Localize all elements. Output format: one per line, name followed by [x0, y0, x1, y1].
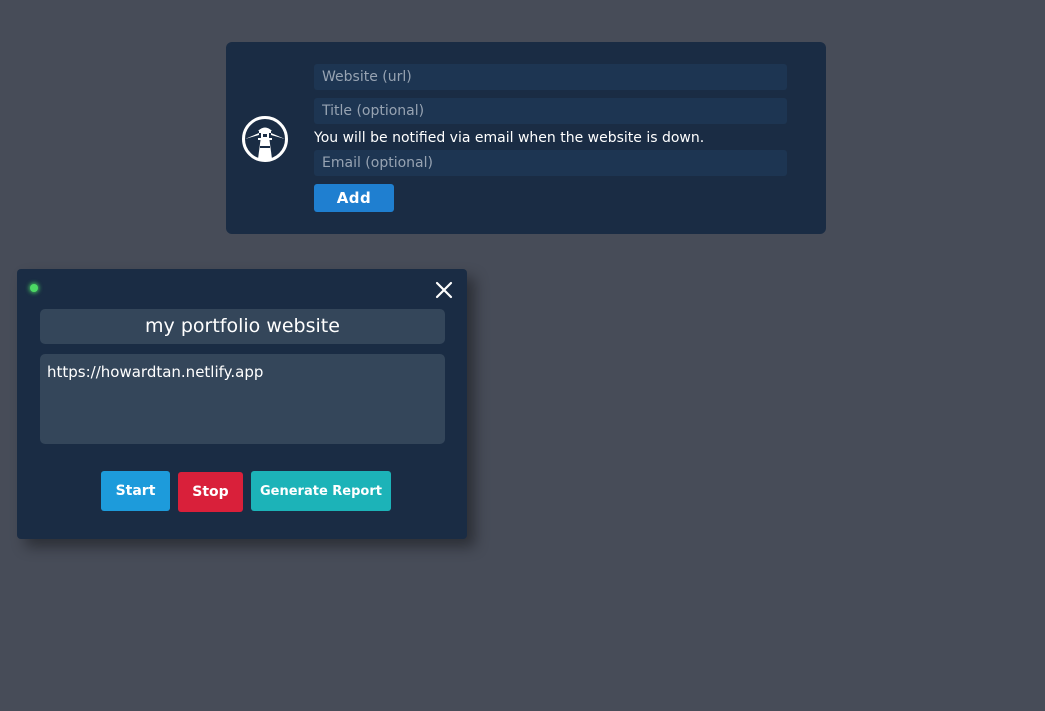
close-icon[interactable] [434, 280, 454, 300]
start-button[interactable]: Start [101, 471, 170, 511]
add-button[interactable]: Add [314, 184, 394, 212]
site-title: my portfolio website [40, 309, 445, 344]
status-indicator [30, 284, 38, 292]
website-url-input[interactable] [314, 64, 787, 90]
generate-report-button[interactable]: Generate Report [251, 471, 391, 511]
title-input[interactable] [314, 98, 787, 124]
email-input[interactable] [314, 150, 787, 176]
site-url: https://howardtan.netlify.app [40, 354, 445, 444]
add-website-panel: You will be notified via email when the … [226, 42, 826, 234]
email-notice-text: You will be notified via email when the … [314, 130, 705, 146]
stop-button[interactable]: Stop [178, 472, 243, 512]
lighthouse-icon [242, 116, 288, 162]
monitor-card: my portfolio website https://howardtan.n… [17, 269, 467, 539]
